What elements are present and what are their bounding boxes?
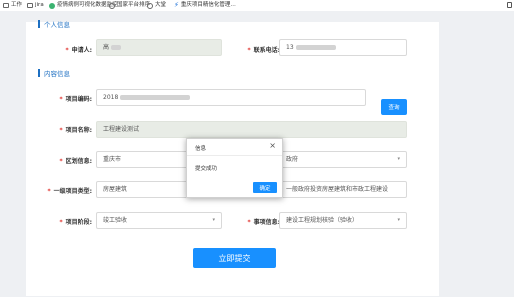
bookmark-work[interactable]: 工作	[3, 0, 22, 11]
project-name-label: * 项目名称:	[59, 127, 92, 134]
chevron-down-icon: ▾	[397, 156, 400, 162]
bookmark-label: jira	[35, 2, 44, 8]
reading-list-icon[interactable]	[507, 2, 512, 8]
matter-select[interactable]: 建设工程规划核验（验收） ▾	[279, 212, 407, 229]
phone-field[interactable]: 13	[279, 39, 407, 56]
bookmark-national-platform[interactable]: 国家平台排序	[109, 0, 150, 11]
bookmark-lobby[interactable]: 大堂	[147, 0, 166, 11]
folder-icon	[3, 3, 9, 8]
globe-icon	[109, 2, 115, 9]
chevron-down-icon: ▾	[397, 217, 400, 223]
green-circle-icon	[49, 2, 55, 9]
info-dialog: 信息 × 提交成功 确定	[186, 138, 283, 198]
section-personal-info: 个人信息	[38, 19, 70, 29]
bookmark-label: 重庆项目精信化管理…	[180, 2, 236, 8]
lightning-icon: ⚡	[174, 1, 179, 9]
bookmark-label: 大堂	[155, 2, 167, 8]
dialog-divider	[187, 155, 282, 156]
project-subtype-select[interactable]: 一般政府投资房屋建筑和市政工程建设	[279, 181, 407, 198]
chevron-down-icon: ▾	[212, 217, 215, 223]
bookmark-label: 工作	[11, 2, 23, 8]
applicant-label: * 申请人:	[65, 47, 92, 54]
phone-label: * 联系电话:	[247, 47, 280, 54]
globe-icon	[147, 2, 153, 9]
matter-label: * 事项信息:	[247, 219, 280, 226]
section-title: 内容信息	[44, 70, 70, 78]
section-content-info: 内容信息	[38, 68, 70, 78]
submit-button[interactable]: 立即提交	[193, 248, 276, 268]
stage-select[interactable]: 竣工验收 ▾	[96, 212, 222, 229]
section-title: 个人信息	[44, 21, 70, 29]
bookmark-label: 国家平台排序	[117, 2, 151, 8]
region-district-select[interactable]: 政府 ▾	[279, 151, 407, 168]
query-button[interactable]: 查询	[381, 99, 407, 115]
dialog-ok-button[interactable]: 确定	[253, 182, 277, 193]
bookmark-jira[interactable]: jira	[27, 0, 44, 11]
folder-icon	[27, 3, 33, 8]
close-icon[interactable]: ×	[269, 141, 276, 150]
applicant-field[interactable]: 高	[96, 39, 222, 56]
project-code-label: * 项目编码:	[59, 96, 92, 103]
bookmark-chongqing[interactable]: ⚡ 重庆项目精信化管理…	[174, 0, 236, 11]
stage-label: * 项目阶段:	[59, 219, 92, 226]
section-marker	[38, 20, 40, 28]
project-name-field[interactable]: 工程建设测试	[96, 121, 407, 138]
region-label: * 区划信息:	[59, 158, 92, 165]
project-type-label: * 一级项目类型:	[47, 188, 92, 195]
project-code-field[interactable]: 2018	[96, 89, 366, 106]
section-marker	[38, 69, 40, 77]
dialog-title: 信息	[195, 146, 207, 152]
dialog-message: 提交成功	[195, 166, 218, 172]
bookmark-epidemic[interactable]: 疫情病例可视化数据监控	[49, 0, 118, 11]
